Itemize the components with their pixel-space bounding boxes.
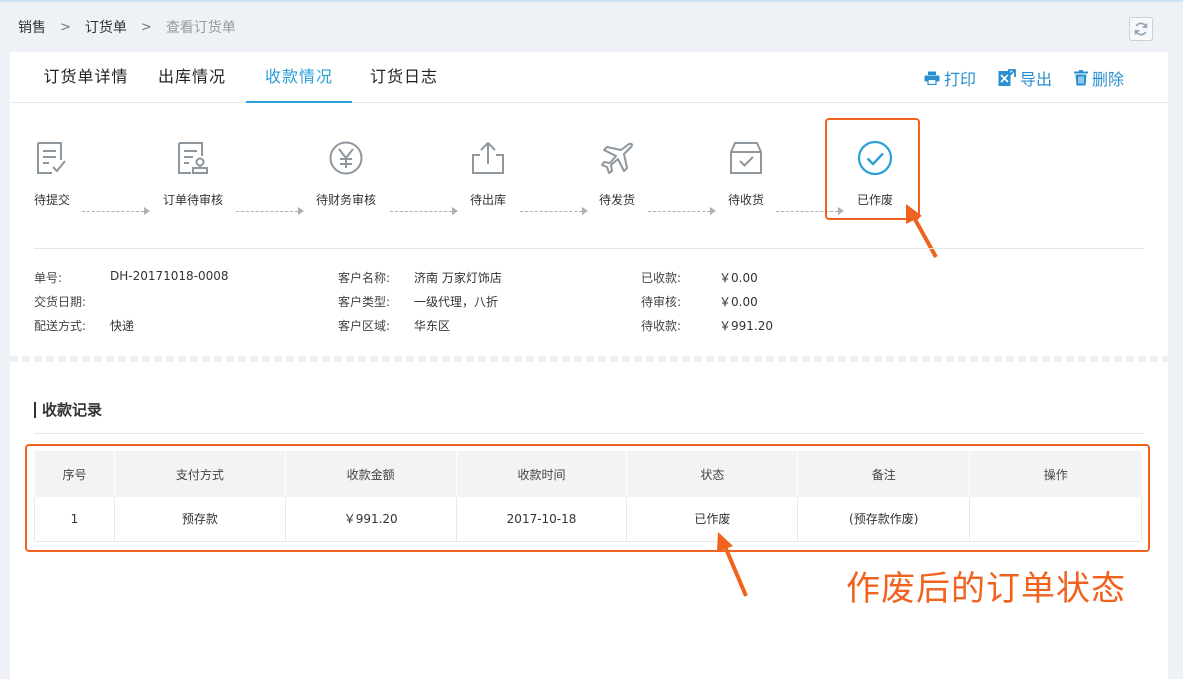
customer-type-label: 客户类型: [338,295,391,309]
step-label: 订单待审核 [162,193,224,207]
refresh-icon [1134,22,1148,36]
yen-circle-icon [329,141,363,175]
document-check-icon [37,142,66,174]
export-icon [998,69,1016,86]
step-arrow [144,207,150,215]
annotation-arrow-icon [717,532,748,597]
annotation-arrow-icon [906,204,938,258]
pending-receive-value: ￥991.20 [719,319,773,333]
step-connector [520,211,582,212]
breadcrumb-separator: > [140,19,152,35]
breadcrumb: 销售 > 订货单 > 查看订货单 [18,17,236,37]
customer-area-label: 客户区域: [338,319,391,333]
step-label: 待收货 [727,193,765,207]
delivery-date-label: 交货日期: [34,295,87,309]
tab-order-log[interactable]: 订货日志 [367,52,441,103]
pending-receive-label: 待收款: [641,319,682,333]
annotation-text: 作废后的订单状态 [846,569,1126,609]
export-button[interactable]: 导出 [998,66,1052,90]
delete-label: 删除 [1091,70,1124,89]
shipping-label: 配送方式: [34,319,87,333]
printer-icon [924,71,940,85]
highlight-box-table [25,444,1150,552]
document-stamp-icon [178,142,208,174]
print-button[interactable]: 打印 [924,66,976,90]
step-connector [236,211,298,212]
pending-review-label: 待审核: [641,295,682,309]
tab-payments[interactable]: 收款情况 [246,52,352,103]
share-out-icon [472,141,504,174]
section-title: 收款记录 [34,402,102,418]
refresh-button[interactable] [1129,17,1153,41]
step-connector [648,211,710,212]
tab-bar: 订货单详情 出库情况 收款情况 订货日志 打印 导出 删除 [10,52,1168,103]
airplane-icon [601,142,634,174]
section-divider [34,433,1144,434]
step-arrow [710,207,716,215]
delete-button[interactable]: 删除 [1073,66,1124,90]
customer-name-label: 客户名称: [338,271,391,285]
box-check-icon [730,142,762,174]
shipping-value: 快递 [110,319,135,333]
breadcrumb-sales[interactable]: 销售 [18,17,46,37]
top-accent-line [0,0,1183,2]
export-label: 导出 [1019,70,1052,89]
tab-order-details[interactable]: 订货单详情 [40,52,132,103]
section-separator [10,356,1168,362]
divider [34,248,1144,249]
step-arrow [452,207,458,215]
customer-type-value: 一级代理，八折 [414,295,499,309]
breadcrumb-separator: > [60,19,71,35]
received-label: 已收款: [641,271,682,285]
tab-outbound[interactable]: 出库情况 [155,52,229,103]
step-label: 待出库 [469,193,507,207]
breadcrumb-current: 查看订货单 [165,20,236,36]
step-connector [390,211,452,212]
received-value: ￥0.00 [719,271,758,285]
step-arrow [582,207,588,215]
step-label: 待财务审核 [315,193,377,207]
customer-name-value: 济南 万家灯饰店 [414,271,502,285]
order-no-label: 单号: [34,271,63,285]
step-label: 待提交 [33,193,71,207]
step-label: 待发货 [598,193,636,207]
trash-icon [1073,70,1088,86]
action-group: 打印 导出 删除 [924,66,1124,90]
step-connector [82,211,144,212]
breadcrumb-orders[interactable]: 订货单 [85,17,127,37]
customer-area-value: 华东区 [414,319,451,333]
pending-review-value: ￥0.00 [719,295,758,309]
step-arrow [298,207,304,215]
order-no-value: DH-20171018-0008 [110,269,229,283]
print-label: 打印 [943,70,976,89]
